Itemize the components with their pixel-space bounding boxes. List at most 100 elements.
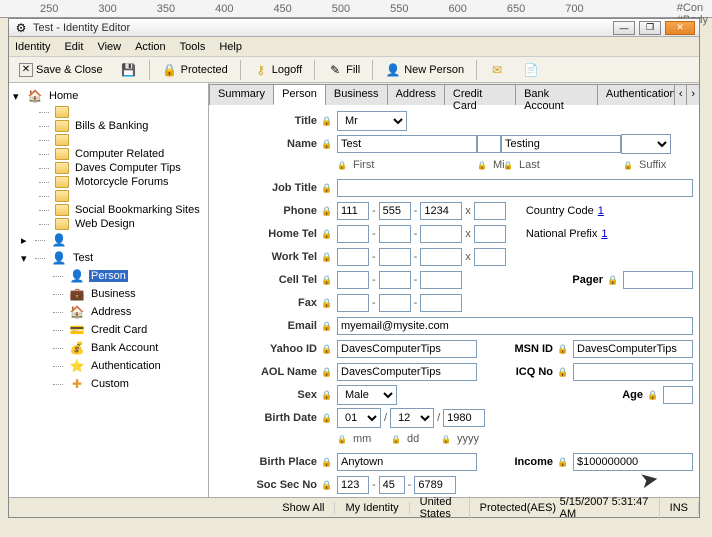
country-code-link[interactable]: 1 xyxy=(598,205,604,217)
biz-icon: 💼 xyxy=(69,286,85,302)
tree-child-cust[interactable]: ✚Custom xyxy=(9,375,208,393)
menu-tools[interactable]: Tools xyxy=(180,41,206,53)
tree-child-addr[interactable]: 🏠Address xyxy=(9,303,208,321)
menu-action[interactable]: Action xyxy=(135,41,166,53)
lock-icon: 🔒 xyxy=(337,160,347,170)
tab-person[interactable]: Person xyxy=(273,84,326,105)
tree-child-person[interactable]: 👤Person xyxy=(9,267,208,285)
tree-folder[interactable] xyxy=(9,189,208,203)
hometel3-input[interactable] xyxy=(420,225,462,243)
key-icon: ⚷ xyxy=(253,62,269,78)
minimize-button[interactable]: — xyxy=(613,21,635,35)
lock-icon: 🔒 xyxy=(321,228,333,240)
tree-folder[interactable]: Web Design xyxy=(9,217,208,231)
tree-folder[interactable]: Motorcycle Forums xyxy=(9,175,208,189)
tab-scroll-left[interactable]: ‹ xyxy=(674,84,688,105)
first-input[interactable] xyxy=(337,135,477,153)
country-code-label: Country Code xyxy=(526,205,594,217)
worktel-ext-input[interactable] xyxy=(474,248,506,266)
tree-home[interactable]: ▾ 🏠 Home xyxy=(9,87,208,105)
sex-select[interactable]: Male xyxy=(337,385,397,405)
celltel2-input[interactable] xyxy=(379,271,411,289)
tab-address[interactable]: Address xyxy=(387,84,445,105)
birthplace-input[interactable] xyxy=(337,453,477,471)
national-prefix-link[interactable]: 1 xyxy=(601,228,607,240)
ssn3-input[interactable] xyxy=(414,476,456,494)
tab-scroll-right[interactable]: › xyxy=(686,84,699,105)
email-input[interactable] xyxy=(337,317,693,335)
msn-input[interactable] xyxy=(573,340,693,358)
jobtitle-input[interactable] xyxy=(337,179,693,197)
tab-summary[interactable]: Summary xyxy=(209,84,274,105)
tab-bankaccount[interactable]: Bank Account xyxy=(515,84,598,105)
tree-child-cc[interactable]: 💳Credit Card xyxy=(9,321,208,339)
celltel1-input[interactable] xyxy=(337,271,369,289)
save-button[interactable]: 💾 xyxy=(115,59,143,81)
fax2-input[interactable] xyxy=(379,294,411,312)
status-showall[interactable]: Show All xyxy=(272,502,335,514)
fill-button[interactable]: ✎ Fill xyxy=(321,59,366,81)
maximize-button[interactable]: ❐ xyxy=(639,21,661,35)
logoff-button[interactable]: ⚷ Logoff xyxy=(247,59,308,81)
menu-help[interactable]: Help xyxy=(219,41,242,53)
menu-view[interactable]: View xyxy=(97,41,121,53)
phone2-input[interactable] xyxy=(379,202,411,220)
celltel3-input[interactable] xyxy=(420,271,462,289)
worktel2-input[interactable] xyxy=(379,248,411,266)
last-input[interactable] xyxy=(501,135,621,153)
pager-input[interactable] xyxy=(623,271,693,289)
phone1-input[interactable] xyxy=(337,202,369,220)
tree-child-bank[interactable]: 💰Bank Account xyxy=(9,339,208,357)
worktel1-input[interactable] xyxy=(337,248,369,266)
tree-anon[interactable]: ▸ 👤 xyxy=(9,231,208,249)
hometel-ext-input[interactable] xyxy=(474,225,506,243)
tab-authentication[interactable]: Authentication xyxy=(597,84,675,105)
ssn2-input[interactable] xyxy=(379,476,405,494)
protected-button[interactable]: 🔒 Protected xyxy=(156,59,234,81)
bmm-select[interactable]: 01 xyxy=(337,408,381,428)
tree-folder[interactable]: Social Bookmarking Sites xyxy=(9,203,208,217)
tree-folder[interactable] xyxy=(9,133,208,147)
yahoo-input[interactable] xyxy=(337,340,477,358)
title-select[interactable]: Mr xyxy=(337,111,407,131)
aol-input[interactable] xyxy=(337,363,477,381)
mail-button[interactable]: ✉ xyxy=(483,59,511,81)
save-close-button[interactable]: ✕ Save & Close xyxy=(13,60,109,80)
cc-icon: 💳 xyxy=(69,322,85,338)
close-button[interactable]: ✕ xyxy=(665,21,695,35)
bdd-select[interactable]: 12 xyxy=(390,408,434,428)
tree-folder[interactable]: Computer Related xyxy=(9,147,208,161)
icq-input[interactable] xyxy=(573,363,693,381)
phone3-input[interactable] xyxy=(420,202,462,220)
tree-child-biz[interactable]: 💼Business xyxy=(9,285,208,303)
worktel3-input[interactable] xyxy=(420,248,462,266)
hometel2-input[interactable] xyxy=(379,225,411,243)
fax3-input[interactable] xyxy=(420,294,462,312)
tab-business[interactable]: Business xyxy=(325,84,388,105)
age-input[interactable] xyxy=(663,386,693,404)
x-icon: ✕ xyxy=(19,63,33,77)
suffix-select[interactable] xyxy=(621,134,671,154)
status-myid[interactable]: My Identity xyxy=(335,502,409,514)
form-button[interactable]: 📄 xyxy=(517,59,545,81)
tree-folder[interactable]: Daves Computer Tips xyxy=(9,161,208,175)
mi-input[interactable] xyxy=(477,135,501,153)
menu-identity[interactable]: Identity xyxy=(15,41,50,53)
msn-label: MSN ID xyxy=(477,343,557,355)
mail-icon: ✉ xyxy=(489,62,505,78)
ssn1-input[interactable] xyxy=(337,476,369,494)
tab-creditcard[interactable]: Credit Card xyxy=(444,84,516,105)
menu-edit[interactable]: Edit xyxy=(64,41,83,53)
income-input[interactable] xyxy=(573,453,693,471)
titlebar[interactable]: ⚙ Test - Identity Editor — ❐ ✕ xyxy=(9,19,699,37)
phone-ext-input[interactable] xyxy=(474,202,506,220)
fax1-input[interactable] xyxy=(337,294,369,312)
hometel1-input[interactable] xyxy=(337,225,369,243)
tree-test[interactable]: ▾ 👤 Test xyxy=(9,249,208,267)
new-person-button[interactable]: 👤 New Person xyxy=(379,59,470,81)
tree-folder[interactable] xyxy=(9,105,208,119)
byyyy-input[interactable] xyxy=(443,409,485,427)
tree-child-auth[interactable]: ⭐Authentication xyxy=(9,357,208,375)
tree-folder[interactable]: Bills & Banking xyxy=(9,119,208,133)
lock-icon: 🔒 xyxy=(503,160,513,170)
